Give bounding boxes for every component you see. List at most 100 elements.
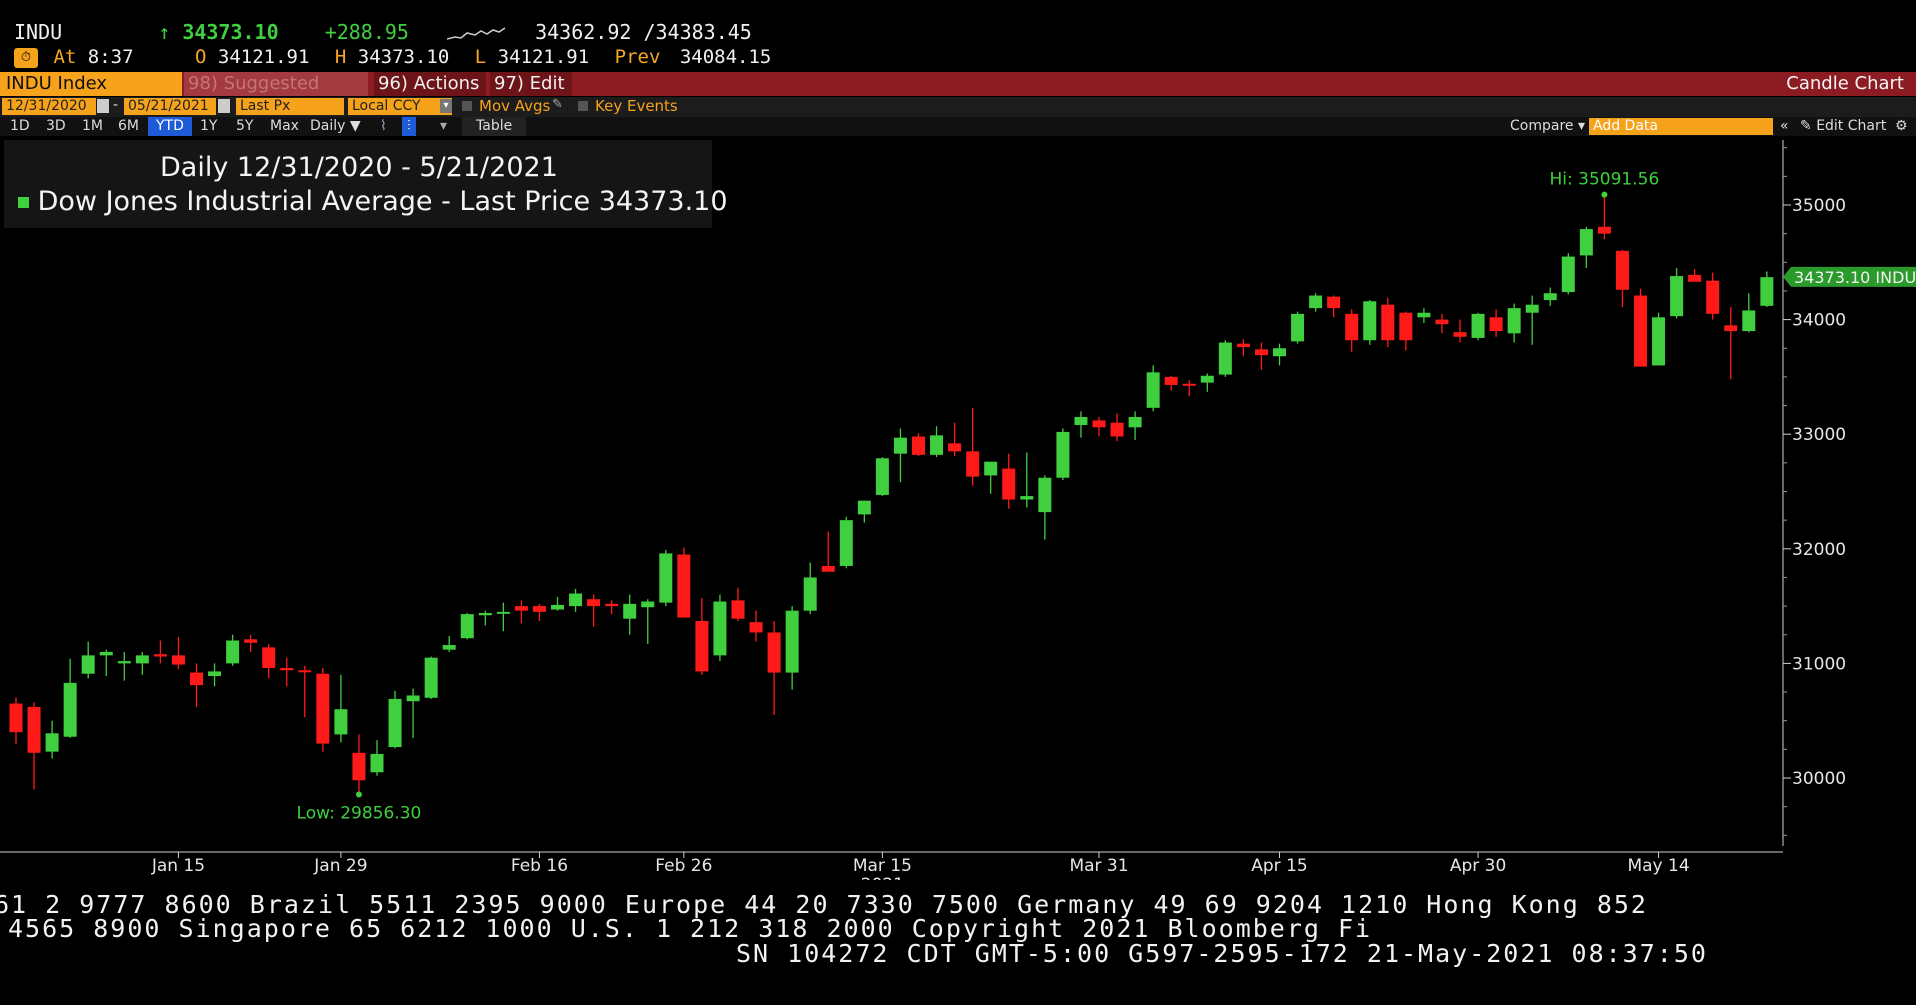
candle [262, 643, 276, 679]
candle-body [424, 657, 438, 698]
candle [171, 637, 185, 670]
candle-body [803, 577, 817, 611]
candle [1525, 295, 1539, 345]
y-tick-label: 33000 [1792, 425, 1846, 445]
candle-body [1381, 304, 1395, 341]
candle [190, 663, 203, 707]
candle-body [948, 443, 962, 452]
candle-body [1291, 313, 1305, 342]
candle [1399, 311, 1413, 351]
candle [514, 600, 528, 624]
candle-body [1327, 296, 1341, 309]
candle [81, 641, 95, 679]
candle-body [695, 620, 709, 672]
candle-body [1417, 312, 1431, 318]
candle-body [605, 603, 619, 607]
candle-body [1092, 420, 1106, 428]
candle-body [821, 565, 835, 572]
candle [1615, 249, 1629, 307]
candle [1128, 411, 1142, 440]
candle-body [1579, 229, 1593, 256]
candle-body [171, 655, 185, 665]
candle [1543, 287, 1557, 306]
candle-body [1453, 332, 1467, 337]
candle-body [912, 436, 925, 455]
candle-body [1273, 348, 1286, 357]
candle-body [857, 500, 871, 515]
candle-body [460, 614, 474, 639]
candle-body [226, 640, 240, 664]
candle [1309, 293, 1323, 312]
candle [1164, 375, 1178, 391]
candle-body [1128, 417, 1142, 428]
candle [857, 500, 871, 523]
candle-body [1435, 319, 1449, 325]
candle-body [1706, 280, 1720, 314]
candle [406, 688, 420, 738]
candle [1236, 339, 1250, 357]
candle [948, 422, 962, 456]
candle-body [1363, 301, 1377, 341]
candle [1489, 309, 1503, 337]
candle-body [1742, 310, 1756, 332]
candle [587, 594, 601, 627]
candle-body [1254, 349, 1268, 356]
candle-body [1038, 477, 1052, 513]
candle [1020, 452, 1034, 508]
candle [316, 667, 330, 752]
candle [1345, 309, 1359, 352]
candle [1381, 297, 1395, 348]
candle [713, 594, 727, 662]
candle [1561, 253, 1575, 295]
candle-body [1561, 256, 1575, 293]
candle-body [1724, 325, 1738, 332]
candle-body [117, 661, 131, 664]
x-year-label: 2021 [861, 875, 904, 880]
candle [1471, 312, 1485, 341]
candle-body [1507, 308, 1521, 334]
candle [569, 588, 583, 612]
candle [1742, 293, 1756, 333]
x-tick-label: Apr 30 [1450, 856, 1506, 876]
candle [803, 562, 817, 615]
candle-body [442, 645, 456, 650]
candle [298, 665, 312, 718]
candle-body [641, 601, 655, 608]
candle-body [514, 606, 528, 611]
candle-body [1634, 295, 1647, 367]
candle [1218, 340, 1232, 377]
candle [1110, 413, 1124, 442]
candle [1254, 342, 1268, 371]
candle-body [1002, 468, 1016, 500]
candle-body [785, 610, 799, 673]
candle-body [532, 606, 546, 612]
candle [9, 697, 23, 744]
candle [731, 587, 745, 621]
high-marker [1601, 191, 1608, 198]
candle-body [316, 673, 330, 744]
candle-body [677, 554, 691, 618]
candle-body [1020, 496, 1034, 500]
candle [478, 610, 492, 626]
session-info-line: SN 104272 CDT GMT-5:00 G597-2595-172 21-… [736, 939, 1708, 968]
candle-body [1200, 375, 1214, 383]
candle [893, 428, 907, 483]
candle [460, 612, 474, 640]
candle-body [27, 706, 41, 753]
candle-body [659, 553, 673, 603]
candle [821, 531, 835, 572]
candle-body [153, 654, 167, 657]
candle-body [1597, 226, 1611, 234]
candle-body [1182, 383, 1196, 386]
x-tick-label: Apr 15 [1251, 856, 1307, 876]
candle [767, 620, 781, 715]
candle [442, 635, 456, 652]
y-tick-label: 32000 [1792, 540, 1846, 560]
candle [912, 433, 925, 456]
candle-body [1489, 317, 1503, 332]
candle-body [984, 461, 998, 476]
candle [677, 547, 691, 618]
candle-body [1652, 317, 1666, 366]
candle-body [370, 753, 384, 773]
x-tick-label: Feb 26 [655, 856, 712, 876]
